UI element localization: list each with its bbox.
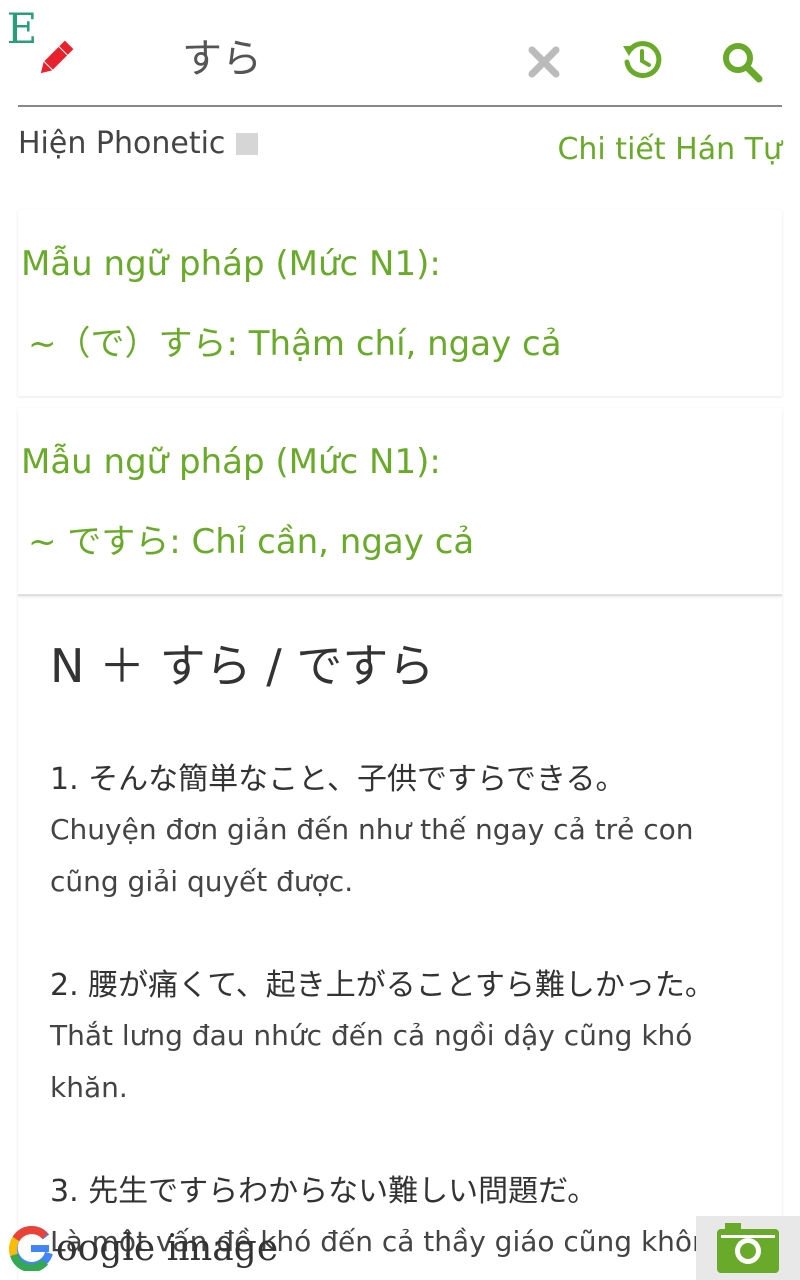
- phonetic-checkbox[interactable]: [236, 133, 258, 155]
- pencil-icon[interactable]: [30, 36, 80, 82]
- example-translation: Thắt lưng đau nhức đến cả ngồi dậy cũng …: [50, 1019, 693, 1104]
- grammar-item: ~ ですら: Chỉ cần, ngay cả: [28, 522, 475, 562]
- toolbar-divider: [18, 105, 782, 107]
- search-query[interactable]: すら: [182, 32, 262, 86]
- phonetic-label: Hiện Phonetic: [18, 126, 226, 161]
- google-g-icon: [8, 1225, 53, 1271]
- grammar-detail: N ＋ すら / ですら 1. そんな簡単なこと、子供ですらできる。 Chuyệ…: [18, 596, 782, 1280]
- google-image-label: oogle image: [56, 1227, 279, 1269]
- grammar-title: Mẫu ngữ pháp (Mức N1):: [21, 442, 441, 482]
- grammar-card[interactable]: Mẫu ngữ pháp (Mức N1): ~ ですら: Chỉ cần, n…: [18, 408, 782, 596]
- google-image-button[interactable]: oogle image: [8, 1222, 278, 1274]
- example-translation: Chuyện đơn giản đến như thế ngay cả trẻ …: [50, 813, 694, 898]
- camera-icon: [717, 1223, 779, 1273]
- history-icon[interactable]: [616, 34, 668, 86]
- search-icon[interactable]: [716, 36, 768, 88]
- close-icon[interactable]: [520, 38, 568, 86]
- camera-button[interactable]: [696, 1216, 800, 1280]
- example-japanese: 2. 腰が痛くて、起き上がることすら難しかった。: [50, 968, 715, 1003]
- example-japanese: 3. 先生ですらわからない難しい問題だ。: [50, 1174, 598, 1209]
- example-japanese: 1. そんな簡単なこと、子供ですらできる。: [50, 762, 626, 797]
- toolbar: E すら: [0, 0, 800, 108]
- kanji-detail-link[interactable]: Chi tiết Hán Tự: [557, 130, 782, 170]
- grammar-card[interactable]: Mẫu ngữ pháp (Mức N1): ~（で）すら: Thậm chí,…: [18, 210, 782, 396]
- grammar-item: ~（で）すら: Thậm chí, ngay cả: [28, 324, 562, 364]
- grammar-pattern: N ＋ すら / ですら: [50, 639, 435, 693]
- grammar-title: Mẫu ngữ pháp (Mức N1):: [21, 244, 441, 284]
